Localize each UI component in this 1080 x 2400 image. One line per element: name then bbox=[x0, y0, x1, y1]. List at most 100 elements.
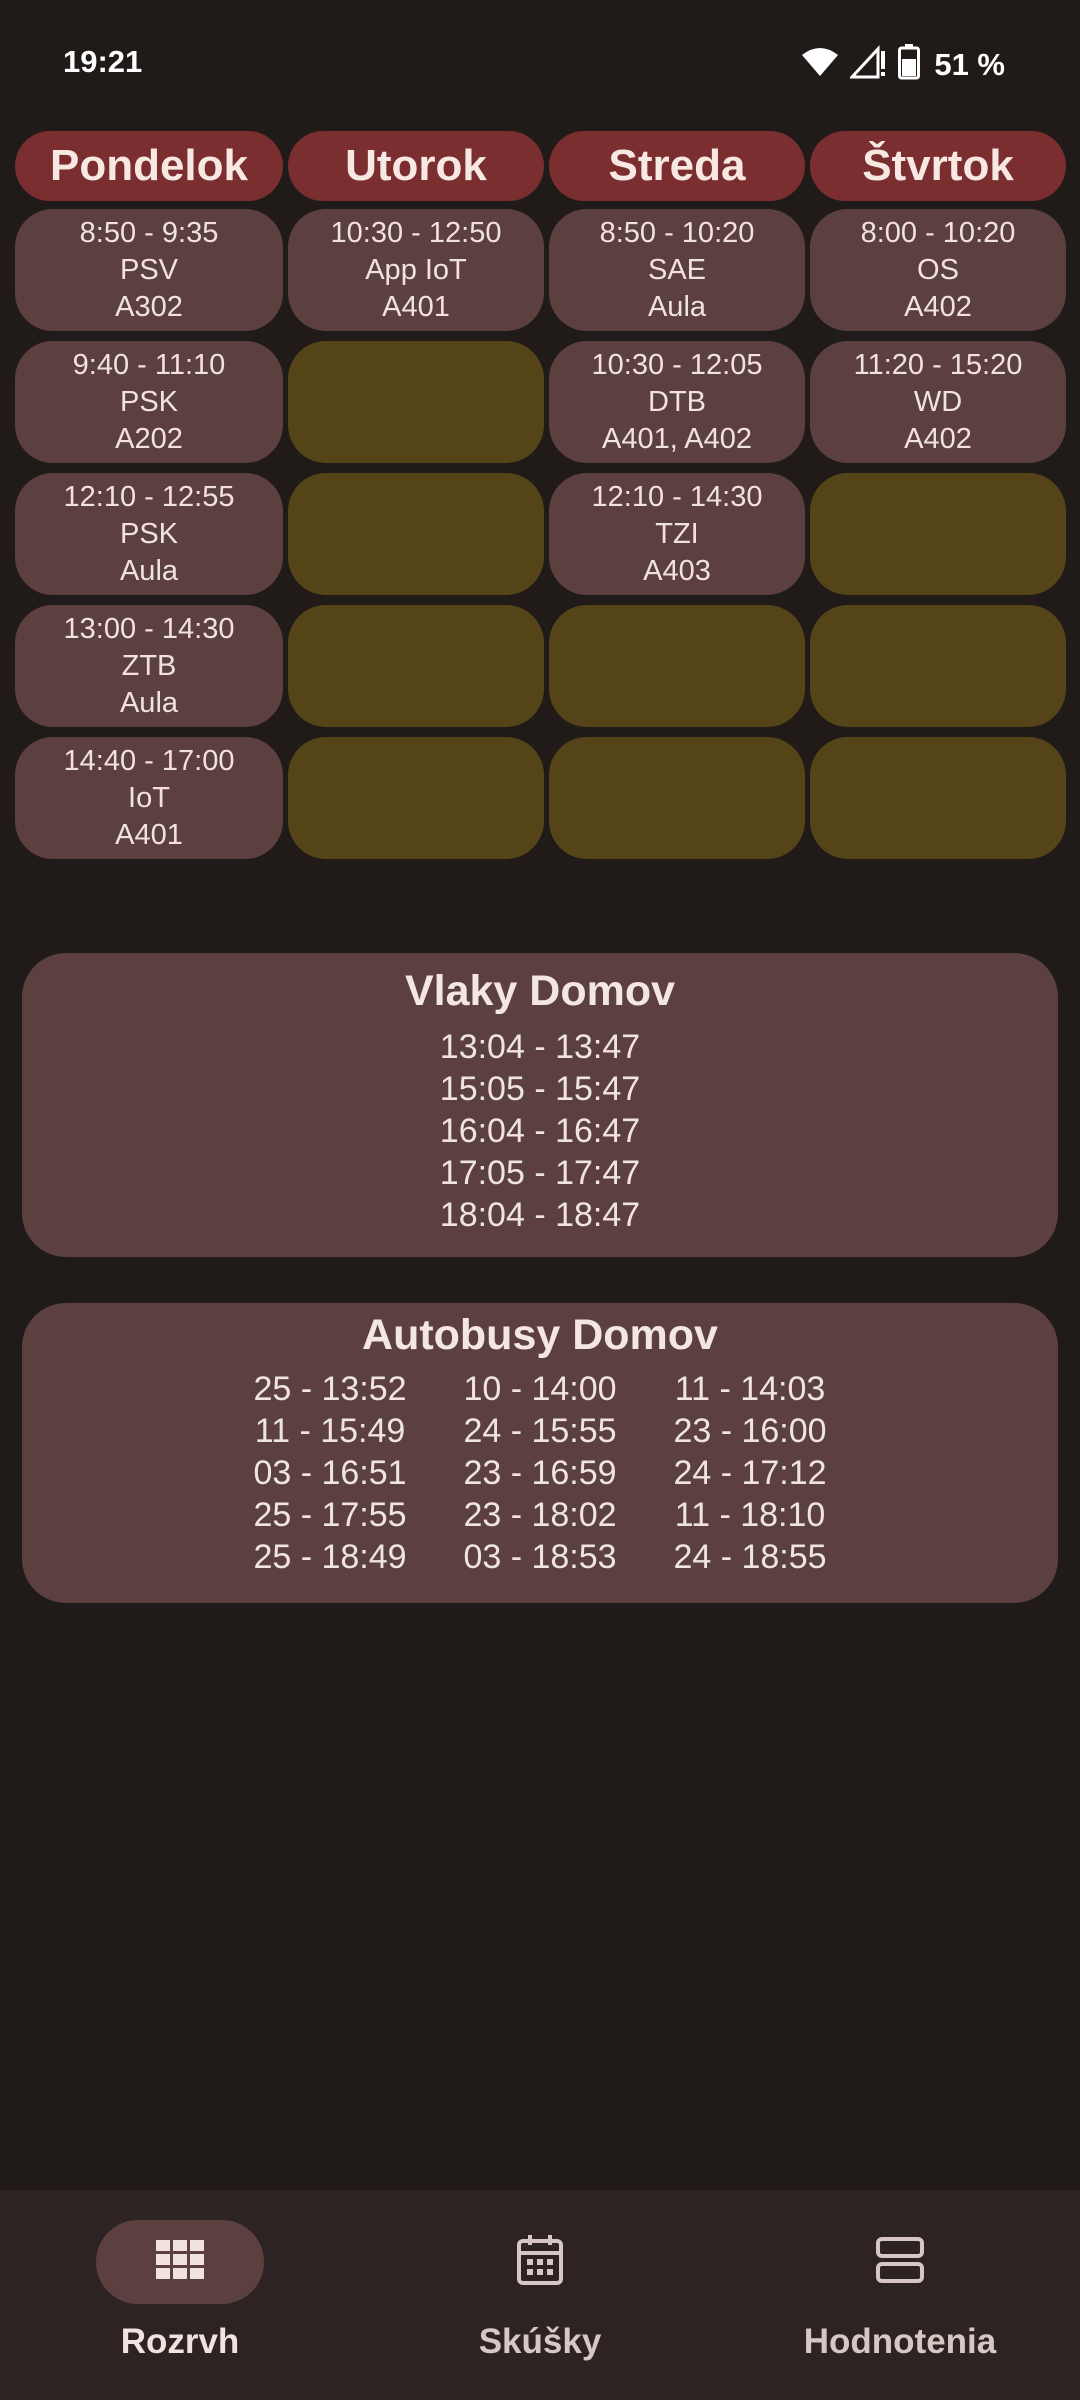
signal-icon bbox=[848, 45, 888, 84]
trains-title: Vlaky Domov bbox=[404, 967, 676, 1015]
lesson-cell[interactable]: 8:50 - 9:35 PSV A302 bbox=[15, 209, 283, 331]
nav-indicator[interactable] bbox=[96, 2220, 264, 2304]
day-header-utorok[interactable]: Utorok bbox=[288, 131, 544, 201]
lesson-time: 14:40 - 17:00 bbox=[63, 744, 235, 777]
train-time: 15:05 - 15:47 bbox=[439, 1070, 641, 1108]
nav-label[interactable]: Skúšky bbox=[479, 2322, 602, 2362]
empty-cell[interactable] bbox=[288, 605, 544, 727]
battery-icon bbox=[898, 44, 921, 85]
bus-entry: 11 - 14:03 bbox=[674, 1370, 826, 1408]
day-header-streda[interactable]: Streda bbox=[549, 131, 805, 201]
bus-entry: 03 - 16:51 bbox=[253, 1454, 407, 1492]
lesson-subject: PSK bbox=[119, 385, 179, 418]
lesson-subject: IoT bbox=[128, 781, 170, 814]
lesson-cell[interactable]: 14:40 - 17:00 IoT A401 bbox=[15, 737, 283, 859]
lesson-time: 12:10 - 14:30 bbox=[591, 480, 763, 513]
lesson-room: A401 bbox=[382, 290, 450, 323]
lesson-cell[interactable]: 12:10 - 12:55 PSK Aula bbox=[15, 473, 283, 595]
lesson-subject: PSK bbox=[119, 517, 179, 550]
bus-entry: 25 - 13:52 bbox=[253, 1370, 407, 1408]
lesson-time: 8:00 - 10:20 bbox=[860, 216, 1016, 249]
train-time: 16:04 - 16:47 bbox=[439, 1112, 641, 1150]
bus-entry: 25 - 17:55 bbox=[253, 1496, 407, 1534]
lesson-subject: TZI bbox=[655, 517, 699, 550]
train-time: 17:05 - 17:47 bbox=[439, 1154, 641, 1192]
bus-times-grid: 25 - 13:52 10 - 14:00 11 - 14:03 11 - 15… bbox=[22, 1368, 1058, 1578]
empty-cell[interactable] bbox=[549, 737, 805, 859]
status-bar: 19:21 51 % bbox=[0, 0, 1080, 126]
lesson-room: A401 bbox=[115, 818, 183, 851]
bus-entry: 23 - 18:02 bbox=[463, 1496, 617, 1534]
empty-cell[interactable] bbox=[549, 605, 805, 727]
train-time: 13:04 - 13:47 bbox=[439, 1028, 641, 1066]
bus-entry: 11 - 15:49 bbox=[254, 1412, 406, 1450]
nav-label[interactable]: Rozrvh bbox=[121, 2322, 240, 2362]
list-icon bbox=[875, 2236, 925, 2289]
lesson-cell[interactable]: 12:10 - 14:30 TZI A403 bbox=[549, 473, 805, 595]
empty-cell[interactable] bbox=[810, 605, 1066, 727]
lesson-subject: App IoT bbox=[365, 253, 467, 286]
lesson-room: A402 bbox=[904, 422, 972, 455]
bus-entry: 24 - 15:55 bbox=[463, 1412, 617, 1450]
nav-item-skusky[interactable]: Skúšky bbox=[360, 2220, 720, 2390]
lesson-room: Aula bbox=[119, 554, 179, 587]
status-icons: 51 % bbox=[800, 44, 1005, 85]
lesson-time: 8:50 - 9:35 bbox=[79, 216, 219, 249]
buses-card: Autobusy Domov 25 - 13:52 10 - 14:00 11 … bbox=[22, 1303, 1058, 1603]
lesson-cell[interactable]: 8:00 - 10:20 OS A402 bbox=[810, 209, 1066, 331]
status-time: 19:21 bbox=[63, 44, 143, 79]
lesson-time: 12:10 - 12:55 bbox=[63, 480, 235, 513]
nav-item-rozrvh[interactable]: Rozrvh bbox=[0, 2220, 360, 2390]
lesson-room: A401, A402 bbox=[602, 422, 752, 455]
nav-indicator[interactable] bbox=[456, 2220, 624, 2304]
lesson-time: 11:20 - 15:20 bbox=[853, 348, 1023, 381]
lesson-time: 10:30 - 12:05 bbox=[591, 348, 763, 381]
lesson-time: 8:50 - 10:20 bbox=[599, 216, 755, 249]
lesson-time: 9:40 - 11:10 bbox=[72, 348, 226, 381]
lesson-cell[interactable]: 13:00 - 14:30 ZTB Aula bbox=[15, 605, 283, 727]
bus-entry: 23 - 16:59 bbox=[463, 1454, 617, 1492]
day-header-stvrtok[interactable]: Štvrtok bbox=[810, 131, 1066, 201]
empty-cell[interactable] bbox=[810, 737, 1066, 859]
lesson-time: 10:30 - 12:50 bbox=[330, 216, 502, 249]
bus-entry: 03 - 18:53 bbox=[463, 1538, 617, 1576]
wifi-icon bbox=[800, 46, 840, 83]
grid-icon bbox=[156, 2239, 204, 2285]
bus-entry: 11 - 18:10 bbox=[674, 1496, 826, 1534]
nav-indicator[interactable] bbox=[816, 2220, 984, 2304]
empty-cell[interactable] bbox=[288, 341, 544, 463]
bottom-navigation: Rozrvh Skúšky Hodnotenia bbox=[0, 2190, 1080, 2400]
lesson-room: A403 bbox=[643, 554, 711, 587]
lesson-cell[interactable]: 9:40 - 11:10 PSK A202 bbox=[15, 341, 283, 463]
trains-card: Vlaky Domov 13:04 - 13:47 15:05 - 15:47 … bbox=[22, 953, 1058, 1257]
lesson-subject: OS bbox=[917, 253, 959, 286]
calendar-icon bbox=[516, 2234, 564, 2291]
buses-title: Autobusy Domov bbox=[362, 1311, 718, 1359]
empty-cell[interactable] bbox=[288, 473, 544, 595]
lesson-room: Aula bbox=[119, 686, 179, 719]
lesson-room: A402 bbox=[904, 290, 972, 323]
nav-item-hodnotenia[interactable]: Hodnotenia bbox=[720, 2220, 1080, 2390]
lesson-room: A302 bbox=[115, 290, 183, 323]
train-time: 18:04 - 18:47 bbox=[439, 1196, 641, 1234]
lesson-cell[interactable]: 8:50 - 10:20 SAE Aula bbox=[549, 209, 805, 331]
train-times-list: 13:04 - 13:47 15:05 - 15:47 16:04 - 16:4… bbox=[22, 1026, 1058, 1236]
lesson-subject: DTB bbox=[648, 385, 706, 418]
nav-label[interactable]: Hodnotenia bbox=[804, 2322, 996, 2362]
lesson-subject: ZTB bbox=[121, 649, 177, 682]
day-header-pondelok[interactable]: Pondelok bbox=[15, 131, 283, 201]
bus-entry: 23 - 16:00 bbox=[673, 1412, 827, 1450]
day-headers: Pondelok Utorok Streda Štvrtok bbox=[15, 131, 1068, 201]
lesson-subject: WD bbox=[913, 385, 963, 418]
lesson-cell[interactable]: 10:30 - 12:50 App IoT A401 bbox=[288, 209, 544, 331]
empty-cell[interactable] bbox=[810, 473, 1066, 595]
lesson-room: Aula bbox=[647, 290, 707, 323]
lesson-time: 13:00 - 14:30 bbox=[63, 612, 235, 645]
lesson-subject: SAE bbox=[647, 253, 707, 286]
lesson-cell[interactable]: 10:30 - 12:05 DTB A401, A402 bbox=[549, 341, 805, 463]
bus-entry: 24 - 18:55 bbox=[673, 1538, 827, 1576]
lesson-subject: PSV bbox=[119, 253, 179, 286]
lesson-room: A202 bbox=[115, 422, 183, 455]
lesson-cell[interactable]: 11:20 - 15:20 WD A402 bbox=[810, 341, 1066, 463]
empty-cell[interactable] bbox=[288, 737, 544, 859]
